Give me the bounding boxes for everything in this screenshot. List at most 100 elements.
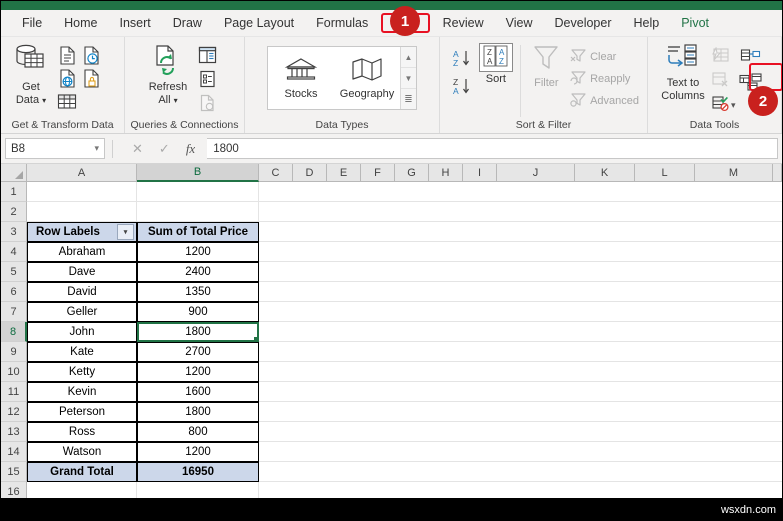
queries-connections-pane-button[interactable] — [196, 44, 218, 66]
column-header-partial[interactable] — [773, 164, 782, 182]
cell-a2[interactable] — [27, 202, 137, 222]
cell-a13[interactable]: Ross — [27, 422, 137, 442]
row-header-14[interactable]: 14 — [1, 442, 27, 462]
gallery-scroll-up-button[interactable]: ▲ — [401, 47, 416, 68]
column-header-j[interactable]: J — [497, 164, 575, 182]
cell-rest-13[interactable] — [259, 422, 782, 442]
sort-descending-button[interactable]: Z A — [451, 75, 473, 97]
stocks-button[interactable]: Stocks — [268, 47, 334, 109]
insert-function-icon[interactable]: fx — [186, 141, 195, 157]
row-header-12[interactable]: 12 — [1, 402, 27, 422]
cell-a14[interactable]: Watson — [27, 442, 137, 462]
cell-a3-row-labels-header[interactable]: Row Labels ▾ — [27, 222, 137, 242]
row-header-1[interactable]: 1 — [1, 182, 27, 202]
cell-a1[interactable] — [27, 182, 137, 202]
column-header-i[interactable]: I — [463, 164, 497, 182]
cell-a8[interactable]: John — [27, 322, 137, 342]
cell-b9[interactable]: 2700 — [137, 342, 259, 362]
relationships-button[interactable] — [740, 45, 762, 67]
cell-b13[interactable]: 800 — [137, 422, 259, 442]
tab-file[interactable]: File — [11, 13, 53, 33]
cell-rest-12[interactable] — [259, 402, 782, 422]
properties-button[interactable] — [196, 68, 218, 90]
row-header-2[interactable]: 2 — [1, 202, 27, 222]
column-header-m[interactable]: M — [695, 164, 773, 182]
row-labels-filter-button[interactable]: ▾ — [117, 224, 134, 240]
filter-button[interactable]: Filter — [526, 43, 567, 89]
cell-b10[interactable]: 1200 — [137, 362, 259, 382]
cell-b2[interactable] — [137, 202, 259, 222]
existing-connections-button[interactable] — [80, 67, 102, 89]
cell-rest-10[interactable] — [259, 362, 782, 382]
cell-b4[interactable]: 1200 — [137, 242, 259, 262]
cell-a6[interactable]: David — [27, 282, 137, 302]
data-validation-dropdown-arrow[interactable]: ▾ — [731, 100, 736, 119]
cell-rest-15[interactable] — [259, 462, 782, 482]
recent-sources-button[interactable] — [80, 44, 102, 66]
cell-rest-11[interactable] — [259, 382, 782, 402]
tab-pivottable-analyze[interactable]: Pivot — [670, 13, 720, 33]
column-header-f[interactable]: F — [361, 164, 395, 182]
cell-a4[interactable]: Abraham — [27, 242, 137, 262]
row-header-11[interactable]: 11 — [1, 382, 27, 402]
text-to-columns-button[interactable]: Text to Columns — [657, 43, 709, 102]
column-header-c[interactable]: C — [259, 164, 293, 182]
row-header-4[interactable]: 4 — [1, 242, 27, 262]
sort-ascending-button[interactable]: A Z — [451, 47, 473, 69]
cell-b15-grand-total-value[interactable]: 16950 — [137, 462, 259, 482]
tab-insert[interactable]: Insert — [109, 13, 162, 33]
cell-b5[interactable]: 2400 — [137, 262, 259, 282]
column-header-d[interactable]: D — [293, 164, 327, 182]
from-table-range-button[interactable] — [56, 90, 78, 112]
row-header-13[interactable]: 13 — [1, 422, 27, 442]
chevron-down-icon[interactable]: ▾ — [94, 143, 99, 154]
cell-rest-4[interactable] — [259, 242, 782, 262]
cell-rest-9[interactable] — [259, 342, 782, 362]
column-header-k[interactable]: K — [575, 164, 635, 182]
column-header-b[interactable]: B — [137, 164, 259, 182]
cell-b6[interactable]: 1350 — [137, 282, 259, 302]
cell-rest-5[interactable] — [259, 262, 782, 282]
column-header-h[interactable]: H — [429, 164, 463, 182]
geography-button[interactable]: Geography — [334, 47, 400, 109]
cell-a15-grand-total-label[interactable]: Grand Total — [27, 462, 137, 482]
tab-developer[interactable]: Developer — [544, 13, 623, 33]
tab-draw[interactable]: Draw — [162, 13, 213, 33]
gallery-more-button[interactable]: ≣ — [401, 89, 416, 109]
get-data-button[interactable]: Get Data ▾ — [6, 43, 56, 107]
tab-formulas[interactable]: Formulas — [305, 13, 379, 33]
tab-help[interactable]: Help — [623, 13, 671, 33]
cell-rest-1[interactable] — [259, 182, 782, 202]
cell-rest-8[interactable] — [259, 322, 782, 342]
refresh-all-button[interactable]: Refresh All ▾ — [140, 43, 196, 107]
cell-rest-7[interactable] — [259, 302, 782, 322]
from-web-button[interactable] — [56, 67, 78, 89]
data-types-gallery-scrollbar[interactable]: ▲ ▼ ≣ — [400, 47, 416, 109]
gallery-scroll-down-button[interactable]: ▼ — [401, 68, 416, 89]
cell-a7[interactable]: Geller — [27, 302, 137, 322]
cell-rest-3[interactable] — [259, 222, 782, 242]
cell-b8-active[interactable]: 1800 — [137, 322, 259, 342]
cell-a5[interactable]: Dave — [27, 262, 137, 282]
row-header-7[interactable]: 7 — [1, 302, 27, 322]
cell-b11[interactable]: 1600 — [137, 382, 259, 402]
sort-button[interactable]: Z A A Z Sort — [477, 43, 515, 85]
cell-b14[interactable]: 1200 — [137, 442, 259, 462]
select-all-corner[interactable] — [1, 164, 27, 182]
enter-icon[interactable]: ✓ — [159, 141, 170, 157]
name-box[interactable]: B8 ▾ — [5, 138, 105, 159]
cell-a11[interactable]: Kevin — [27, 382, 137, 402]
data-validation-button[interactable] — [709, 92, 731, 114]
cell-a10[interactable]: Ketty — [27, 362, 137, 382]
cell-a9[interactable]: Kate — [27, 342, 137, 362]
cell-b12[interactable]: 1800 — [137, 402, 259, 422]
cell-a12[interactable]: Peterson — [27, 402, 137, 422]
row-header-9[interactable]: 9 — [1, 342, 27, 362]
row-header-15[interactable]: 15 — [1, 462, 27, 482]
from-text-csv-button[interactable] — [56, 44, 78, 66]
row-header-8[interactable]: 8 — [1, 322, 27, 342]
formula-input[interactable]: 1800 — [207, 138, 778, 159]
column-header-e[interactable]: E — [327, 164, 361, 182]
column-header-a[interactable]: A — [27, 164, 137, 182]
cell-rest-6[interactable] — [259, 282, 782, 302]
